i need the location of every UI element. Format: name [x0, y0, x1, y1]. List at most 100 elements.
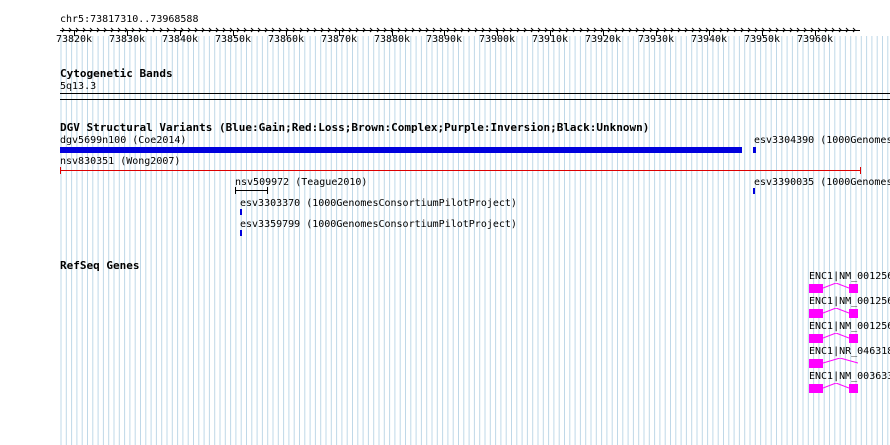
- dgv-feature-label[interactable]: nsv830351 (Wong2007): [60, 156, 180, 168]
- ruler-tick-label: 73940k: [690, 34, 728, 45]
- gene-label[interactable]: ENC1|NM_001256574: [809, 271, 890, 283]
- ruler-arrow-mark: [705, 27, 709, 33]
- gene-model[interactable]: ENC1|NM_003633: [808, 371, 890, 393]
- gene-label[interactable]: ENC1|NM_001256576: [809, 321, 890, 333]
- ruler-arrow-mark: [96, 27, 100, 33]
- ruler-arrow-mark: [621, 27, 625, 33]
- ruler-arrow-mark: [845, 27, 849, 33]
- exon: [809, 384, 823, 393]
- ruler-arrow-mark: [733, 27, 737, 33]
- ruler-arrow-mark: [572, 27, 576, 33]
- ruler-tick-label: 73900k: [478, 34, 516, 45]
- exon: [849, 384, 858, 393]
- ruler-tick-label: 73910k: [531, 34, 569, 45]
- gene-model[interactable]: ENC1|NR_046318: [808, 346, 890, 368]
- ruler-arrow-mark: [614, 27, 618, 33]
- ruler-arrow-mark: [306, 27, 310, 33]
- genome-browser-panel: chr5:73817310..73968588 73820k 73830k 7384…: [0, 0, 890, 445]
- ruler-arrow-mark: [481, 27, 485, 33]
- ruler-arrow-mark: [110, 27, 114, 33]
- dgv-gain-bar[interactable]: [753, 147, 756, 153]
- ruler-arrow-mark: [117, 27, 121, 33]
- ruler-arrow-mark: [607, 27, 611, 33]
- ruler-tick-label: 73950k: [743, 34, 781, 45]
- dgv-feature-label[interactable]: esv3303370 (1000GenomesConsortiumPilotPr…: [240, 198, 517, 210]
- ruler-arrow-mark: [383, 27, 387, 33]
- ruler-arrow-mark: [425, 27, 429, 33]
- dgv-feature-label[interactable]: dgv5699n100 (Coe2014): [60, 135, 186, 147]
- ruler-arrow-mark: [432, 27, 436, 33]
- cytoband-label[interactable]: 5q13.3: [60, 81, 96, 93]
- ruler-arrow-mark: [250, 27, 254, 33]
- gene-model[interactable]: ENC1|NM_001256575: [808, 296, 890, 318]
- ruler-arrow-mark: [558, 27, 562, 33]
- dgv-unknown-endcap: [267, 187, 268, 194]
- refseq-track-title[interactable]: RefSeq Genes: [60, 259, 139, 272]
- ruler-tick-label: 73830k: [108, 34, 146, 45]
- ruler-arrow-mark: [418, 27, 422, 33]
- ruler-arrow-mark: [138, 27, 142, 33]
- cytoband-line-bottom: [60, 99, 890, 100]
- dgv-unknown-line[interactable]: [235, 190, 268, 191]
- intron-connector: [823, 308, 849, 314]
- ruler-arrow-mark: [453, 27, 457, 33]
- ruler-arrow-mark: [796, 27, 800, 33]
- ruler-arrow-mark: [789, 27, 793, 33]
- ruler-arrow-mark: [355, 27, 359, 33]
- dgv-feature-label[interactable]: esv3359799 (1000GenomesConsortiumPilotPr…: [240, 219, 517, 231]
- dgv-feature-label[interactable]: esv3390035 (1000GenomesConsortiumPilotPr…: [754, 177, 890, 189]
- ruler-arrow-mark: [817, 27, 821, 33]
- ruler-arrow-mark: [670, 27, 674, 33]
- ruler-arrow-mark: [397, 27, 401, 33]
- dgv-track-title[interactable]: DGV Structural Variants (Blue:Gain;Red:L…: [60, 121, 649, 134]
- gene-label[interactable]: ENC1|NM_001256575: [809, 296, 890, 308]
- ruler-arrow-mark: [299, 27, 303, 33]
- dgv-feature-label[interactable]: nsv509972 (Teague2010): [235, 177, 367, 189]
- ruler-arrow-mark: [257, 27, 261, 33]
- dgv-gain-bar[interactable]: [240, 230, 242, 236]
- gene-model[interactable]: ENC1|NM_001256574: [808, 271, 890, 293]
- gene-label[interactable]: ENC1|NM_003633: [809, 371, 890, 383]
- ruler-arrow-mark: [103, 27, 107, 33]
- gene-model[interactable]: ENC1|NM_001256576: [808, 321, 890, 343]
- ruler-arrow-mark: [446, 27, 450, 33]
- dgv-gain-bar[interactable]: [240, 209, 242, 215]
- ruler-arrow-mark: [803, 27, 807, 33]
- dgv-gain-bar[interactable]: [753, 188, 755, 194]
- cytoband-line-top: [60, 93, 890, 94]
- ruler-arrow-mark: [775, 27, 779, 33]
- dgv-feature-label[interactable]: esv3304390 (1000GenomesConsortiumPilotPr…: [754, 135, 890, 147]
- exon: [809, 309, 823, 318]
- ruler-arrow-mark: [516, 27, 520, 33]
- ruler-arrow-mark: [82, 27, 86, 33]
- gene-label[interactable]: ENC1|NR_046318: [809, 346, 890, 358]
- cytoband-track-title[interactable]: Cytogenetic Bands: [60, 67, 173, 80]
- ruler-arrow-mark: [215, 27, 219, 33]
- ruler-arrow-mark: [698, 27, 702, 33]
- ruler-arrow-mark: [236, 27, 240, 33]
- ruler-arrow-mark: [292, 27, 296, 33]
- ruler-arrow-mark: [229, 27, 233, 33]
- ruler-arrow-mark: [628, 27, 632, 33]
- ruler-arrow-mark: [551, 27, 555, 33]
- dgv-loss-line[interactable]: [61, 170, 861, 171]
- ruler-tick-label: 73920k: [584, 34, 622, 45]
- ruler-arrow-mark: [740, 27, 744, 33]
- ruler-arrow-mark: [579, 27, 583, 33]
- dgv-loss-endcap: [60, 167, 61, 174]
- ruler-arrow-mark: [376, 27, 380, 33]
- ruler-arrow-mark: [439, 27, 443, 33]
- ruler-arrow-mark: [243, 27, 247, 33]
- ruler-arrow-mark: [663, 27, 667, 33]
- ruler-arrow-mark: [369, 27, 373, 33]
- ruler-arrow-mark: [348, 27, 352, 33]
- intron-connector: [823, 333, 849, 339]
- ruler-arrow-mark: [222, 27, 226, 33]
- dgv-gain-bar[interactable]: [60, 147, 742, 153]
- ruler-arrow-mark: [152, 27, 156, 33]
- ruler-arrow-mark: [320, 27, 324, 33]
- exon: [809, 334, 823, 343]
- ruler-arrow-mark: [145, 27, 149, 33]
- ruler-arrow-mark: [642, 27, 646, 33]
- ruler-arrow-mark: [502, 27, 506, 33]
